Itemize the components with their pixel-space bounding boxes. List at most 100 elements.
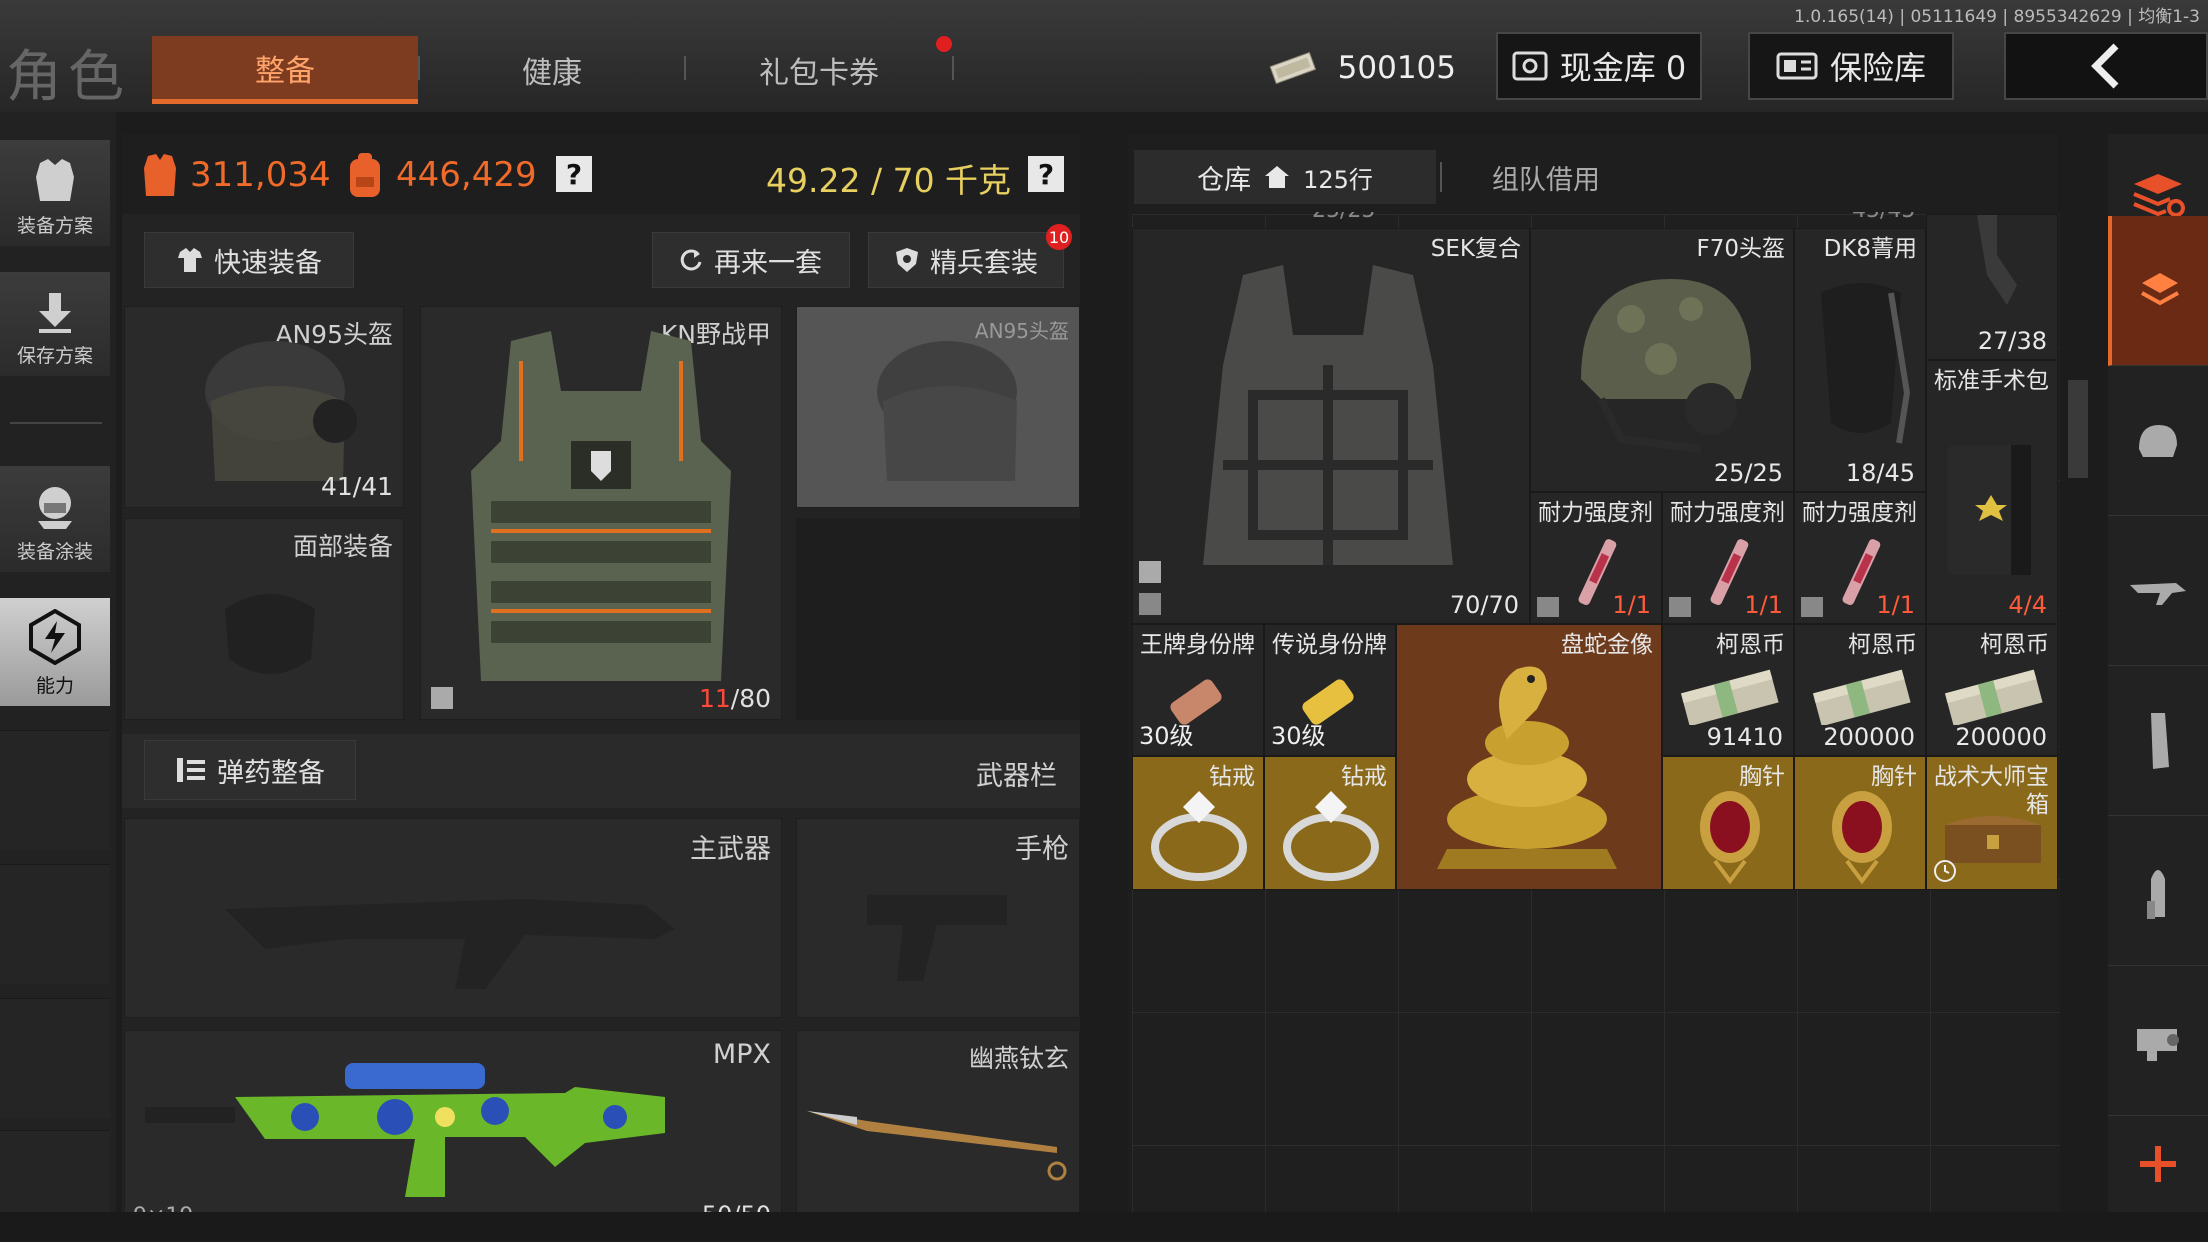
empty-gear-slot[interactable] xyxy=(796,518,1080,720)
ring-image xyxy=(1151,791,1247,881)
magazine-icon xyxy=(2151,712,2169,769)
paint-label: 装备涂装 xyxy=(16,541,93,563)
item-level: 30级 xyxy=(1271,722,1326,750)
save-plan-label: 保存方案 xyxy=(16,345,93,367)
item-sek-armor[interactable]: SEK复合 70/70 xyxy=(1132,228,1530,624)
item-name: 柯恩币 xyxy=(1980,632,2049,658)
pistol-silhouette-icon xyxy=(867,895,1007,981)
tab-health[interactable]: 健康 xyxy=(420,36,684,104)
item-stamina-booster[interactable]: 耐力强度剂 1/1 xyxy=(1662,492,1794,624)
mpx-image xyxy=(145,1063,665,1197)
plus-icon xyxy=(2140,1146,2176,1182)
used-icon xyxy=(1801,597,1823,617)
helmet-slot[interactable]: AN95头盔 41/41 xyxy=(124,306,404,508)
bottom-strip xyxy=(0,1212,2208,1242)
item-brooch[interactable]: 胸针 xyxy=(1794,756,1926,890)
item-surgical-kit[interactable]: 标准手术包 4/4 xyxy=(1926,360,2058,624)
category-magazine[interactable] xyxy=(2108,666,2208,816)
item-ace-tag[interactable]: 王牌身份牌 30级 xyxy=(1132,624,1264,756)
item-stamina-booster[interactable]: 耐力强度剂 1/1 xyxy=(1530,492,1662,624)
item-f70-helmet[interactable]: F70头盔 25/25 xyxy=(1530,228,1794,492)
vest-slot[interactable]: KN野战甲 11/80 xyxy=(420,306,782,720)
item-diamond-ring[interactable]: 钻戒 xyxy=(1132,756,1264,890)
item-name: 耐力强度剂 xyxy=(1670,500,1785,526)
partial-count: 25/25 xyxy=(1312,212,1375,223)
help-icon[interactable]: ? xyxy=(556,156,592,192)
quick-equip-button[interactable]: 快速装备 xyxy=(144,232,354,288)
tab-gift-coupons[interactable]: 礼包卡券 xyxy=(686,36,952,104)
item-count: 1/1 xyxy=(1876,591,1915,619)
item-koen-coin[interactable]: 柯恩币 91410 xyxy=(1662,624,1794,756)
preview-helmet-slot[interactable]: AN95头盔 xyxy=(796,306,1080,508)
item-name: 王牌身份牌 xyxy=(1140,632,1255,658)
item-count: 1/1 xyxy=(1612,591,1651,619)
item-name: DK8菁用 xyxy=(1823,236,1917,262)
item-name: 耐力强度剂 xyxy=(1802,500,1917,526)
safe-label: 保险库 xyxy=(1829,49,1926,87)
item-legend-tag[interactable]: 传说身份牌 30级 xyxy=(1264,624,1396,756)
helmet-icon xyxy=(2139,424,2177,457)
item-koen-coin[interactable]: 柯恩币 200000 xyxy=(1794,624,1926,756)
tab-equip[interactable]: 整备 xyxy=(152,36,418,104)
cash-stack-image xyxy=(1944,669,2043,725)
warehouse-scrollbar[interactable] xyxy=(2068,380,2088,478)
ammo-button-label: 弹药整备 xyxy=(217,757,325,789)
armor-plan-button[interactable]: 装备方案 xyxy=(0,140,110,246)
item-count: 25/25 xyxy=(1713,459,1783,487)
paint-button[interactable]: 装备涂装 xyxy=(0,466,110,572)
layers-icon xyxy=(2141,272,2179,305)
pistol-slot[interactable]: 手枪 xyxy=(796,818,1080,1018)
mask-icon xyxy=(225,594,315,674)
face-gear-slot[interactable]: 面部装备 xyxy=(124,518,404,720)
rifle-icon xyxy=(2130,582,2186,605)
melee-name: 幽燕钛玄 xyxy=(968,1044,1069,1073)
item-count: 200000 xyxy=(1955,723,2047,751)
category-helmet[interactable] xyxy=(2108,366,2208,516)
category-attachment[interactable] xyxy=(2108,966,2208,1116)
warehouse-tab-label: 仓库 xyxy=(1197,164,1252,196)
item-snake-statue[interactable]: 盘蛇金像 xyxy=(1396,624,1662,890)
item-name: 柯恩币 xyxy=(1716,632,1785,658)
mpx-slot[interactable]: MPX 9×19 50/50 xyxy=(124,1030,782,1230)
item-sling[interactable]: 27/38 xyxy=(1926,214,2058,360)
item-count: 27/38 xyxy=(1977,327,2047,355)
tab-team-borrow[interactable]: 组队借用 xyxy=(1442,150,1650,204)
tab-warehouse[interactable]: 仓库 125行 xyxy=(1134,150,1436,204)
ability-button[interactable]: 能力 xyxy=(0,598,110,706)
weapon-bar-label: 武器栏 xyxy=(976,761,1057,792)
stat-value-1: 311,034 xyxy=(140,150,331,200)
armor-plan-icon xyxy=(36,159,74,201)
safe-button[interactable]: 保险库 xyxy=(1748,32,1954,100)
weight-help-icon[interactable]: ? xyxy=(1028,156,1064,192)
back-button[interactable] xyxy=(2004,32,2208,100)
ammo-button[interactable]: 弹药整备 xyxy=(144,740,356,800)
add-category-button[interactable] xyxy=(2108,1116,2208,1212)
rail-divider xyxy=(10,422,102,424)
item-koen-coin[interactable]: 柯恩币 200000 xyxy=(1926,624,2058,756)
item-stamina-booster[interactable]: 耐力强度剂 1/1 xyxy=(1794,492,1926,624)
elite-set-button[interactable]: 精兵套装 xyxy=(868,232,1064,288)
category-ammo[interactable] xyxy=(2108,816,2208,966)
used-icon xyxy=(1537,597,1559,617)
cash-vault-button[interactable]: 现金库 0 xyxy=(1496,32,1702,100)
category-rifle[interactable] xyxy=(2108,516,2208,666)
partial-count: 45/45 xyxy=(1852,212,1915,223)
safe-icon xyxy=(1776,52,1818,80)
insured-icon xyxy=(1139,561,1161,583)
item-diamond-ring[interactable]: 钻戒 xyxy=(1264,756,1396,890)
melee-slot[interactable]: 幽燕钛玄 xyxy=(796,1030,1080,1230)
item-brooch[interactable]: 胸针 xyxy=(1662,756,1794,890)
sek-armor-image xyxy=(1203,265,1453,565)
sling-image xyxy=(1977,215,2017,305)
insured-icon xyxy=(431,687,453,709)
helmet-image xyxy=(205,341,357,481)
stack-sort-icon xyxy=(2133,173,2185,217)
category-selected[interactable] xyxy=(2108,216,2208,366)
vault-icon xyxy=(1512,51,1548,81)
save-plan-button[interactable]: 保存方案 xyxy=(0,272,110,376)
item-tactical-chest[interactable]: 战术大师宝箱 xyxy=(1926,756,2058,890)
elite-badge: 10 xyxy=(1046,224,1072,250)
another-set-button[interactable]: 再来一套 xyxy=(652,232,850,288)
primary-weapon-slot[interactable]: 主武器 xyxy=(124,818,782,1018)
item-dk8[interactable]: DK8菁用 18/45 xyxy=(1794,228,1926,492)
